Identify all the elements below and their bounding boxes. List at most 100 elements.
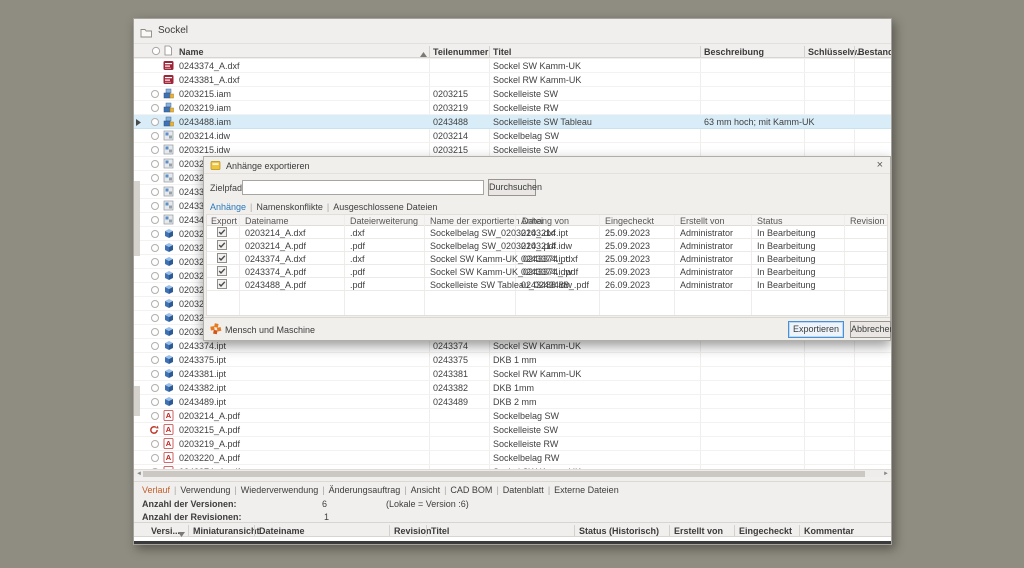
ipt-file-icon [163,242,174,255]
tab-ausgeschlossene-dateien[interactable]: Ausgeschlossene Dateien [333,202,437,212]
attachment-dateiname: 0203214_A.pdf [245,241,306,251]
history-column-header[interactable]: Dateiname [259,526,305,536]
file-row[interactable]: A0203214_A.pdfSockelbelag SW [134,409,891,423]
file-row[interactable]: 0243488.iam0243488Sockelleiste SW Tablea… [134,115,891,129]
sort-asc-icon [420,49,427,59]
document-column-header-icon[interactable] [164,45,173,58]
attachments-column-header[interactable]: Dateiname [245,216,289,226]
left-scrollbar-thumb[interactable] [134,386,140,416]
file-row[interactable]: 0203215.iam0203215Sockelleiste SW [134,87,891,101]
tab-änderungsauftrag[interactable]: Änderungsauftrag [329,485,401,495]
attachment-row[interactable]: 0243374_A.dxf.dxfSockel SW Kamm-UK_02433… [207,252,887,265]
zielpfad-input[interactable] [242,180,484,195]
history-column-header[interactable]: Kommentar [804,526,854,536]
tab-datenblatt[interactable]: Datenblatt [503,485,544,495]
status-circle-icon [151,216,159,224]
file-row[interactable]: 0203215.idw0203215Sockelleiste SW [134,143,891,157]
attachments-column-header[interactable]: Dateierweiterung [350,216,418,226]
history-column-header[interactable]: Miniaturansicht [193,526,260,536]
attachment-dateiname: 0203214_A.dxf [245,228,306,238]
file-row[interactable]: 0243381_A.dxfSockel RW Kamm-UK [134,73,891,87]
status-circle-icon [151,160,159,168]
file-row[interactable]: A0203219_A.pdfSockelleiste RW [134,437,891,451]
history-column-header[interactable]: Erstellt von [674,526,723,536]
column-header-bestandsnum[interactable]: Bestandsnum [858,47,892,57]
attachment-anhang-von: 0243374.idw [521,267,572,277]
vault-window: Sockel Name Teilenummer Titel Beschreibu… [133,18,892,545]
tab-anhänge[interactable]: Anhänge [210,202,246,212]
browse-button[interactable]: Durchsuchen [488,179,536,196]
file-titel: Sockelleiste SW [493,425,558,435]
file-name: 0243374_A.dxf [179,61,240,71]
attachment-row[interactable]: 0203214_A.dxf.dxfSockelbelag SW_0203214_… [207,226,887,239]
file-beschreibung: 63 mm hoch; mit Kamm-UK [704,117,815,127]
export-checkbox[interactable] [217,279,227,291]
file-teilenummer: 0203215 [433,145,468,155]
attachments-column-header[interactable]: Status [757,216,783,226]
file-row[interactable]: 0203214.idw0203214Sockelbelag SW [134,129,891,143]
dialog-titlebar[interactable]: Anhänge exportieren × [204,157,890,174]
close-icon[interactable]: × [877,159,883,171]
svg-text:A: A [166,425,172,434]
cancel-button[interactable]: Abbrechen [850,321,891,338]
export-button[interactable]: Exportieren [788,321,844,338]
attachments-column-header[interactable]: Revision [850,216,885,226]
attachment-erweiterung: .pdf [350,280,365,290]
history-column-header[interactable]: Eingecheckt [739,526,792,536]
export-checkbox[interactable] [217,227,227,239]
file-row[interactable]: 0243375.ipt0243375DKB 1 mm [134,353,891,367]
file-name: 0243382.ipt [179,383,226,393]
attachment-row[interactable]: 0243374_A.pdf.pdfSockel SW Kamm-UK_02433… [207,265,887,278]
left-scrollbar-thumb[interactable] [134,181,140,256]
file-row[interactable]: A0203220_A.pdfSockelbelag RW [134,451,891,465]
attachment-row[interactable]: 0203214_A.pdf.pdfSockelbelag SW_0203214_… [207,239,887,252]
tab-cad-bom[interactable]: CAD BOM [450,485,492,495]
attachments-column-header[interactable]: Anhang von [521,216,569,226]
attachment-erstellt-von: Administrator [680,254,733,264]
status-column-header-icon[interactable] [151,46,161,58]
file-row[interactable]: 0243374.ipt0243374Sockel SW Kamm-UK [134,339,891,353]
file-name: 0203215_A.pdf [179,425,240,435]
export-checkbox[interactable] [217,240,227,252]
horizontal-scrollbar[interactable]: ◄ ► [134,469,891,477]
tab-wiederverwendung[interactable]: Wiederverwendung [241,485,319,495]
attachments-column-header[interactable]: Erstellt von [680,216,725,226]
status-circle-icon [151,272,159,280]
attachment-status: In Bearbeitung [757,280,816,290]
history-column-header[interactable]: Titel [431,526,449,536]
file-row[interactable]: 0243374_A.dxfSockel SW Kamm-UK [134,59,891,73]
column-header-titel[interactable]: Titel [493,47,511,57]
tab-ansicht[interactable]: Ansicht [411,485,441,495]
tab-externe-dateien[interactable]: Externe Dateien [554,485,619,495]
attachment-anhang-von: 0243488.idw [521,280,572,290]
attachment-row[interactable]: 0243488_A.pdf.pdfSockelleiste SW Tableau… [207,278,887,291]
file-titel: Sockelleiste RW [493,103,558,113]
attachment-status: In Bearbeitung [757,267,816,277]
file-titel: Sockelbelag SW [493,411,559,421]
attachment-anhang-von: 0203214.idw [521,241,572,251]
history-column-header[interactable]: Status (Historisch) [579,526,659,536]
attachments-column-header[interactable]: Export [211,216,237,226]
file-row[interactable]: 0203219.iam0203219Sockelleiste RW [134,101,891,115]
status-circle-icon [151,118,159,126]
attachments-column-header[interactable]: Eingecheckt [605,216,654,226]
file-row[interactable]: 0243382.ipt0243382DKB 1mm [134,381,891,395]
tab-verwendung[interactable]: Verwendung [180,485,230,495]
tab-separator: | [548,485,550,495]
column-header-teilenummer[interactable]: Teilenummer [433,47,488,57]
attachment-erweiterung: .dxf [350,254,365,264]
export-checkbox[interactable] [217,253,227,265]
file-row[interactable]: 0243489.ipt0243489DKB 2 mm [134,395,891,409]
file-row[interactable]: A 0203215_A.pdf Sockelleiste SW [134,423,891,437]
file-titel: Sockelleiste SW [493,145,558,155]
tab-verlauf[interactable]: Verlauf [142,485,170,495]
file-titel: DKB 2 mm [493,397,537,407]
file-row[interactable]: 0243381.ipt0243381Sockel RW Kamm-UK [134,367,891,381]
tab-namenskonflikte[interactable]: Namenskonflikte [256,202,323,212]
column-header-schluesselw[interactable]: Schlüsselw... [808,47,864,57]
column-header-name[interactable]: Name [179,47,204,57]
export-checkbox[interactable] [217,266,227,278]
history-column-header[interactable]: Versi... [151,526,180,536]
attachment-anhang-von: 0243374.ipt [521,254,568,264]
column-header-beschreibung[interactable]: Beschreibung [704,47,764,57]
